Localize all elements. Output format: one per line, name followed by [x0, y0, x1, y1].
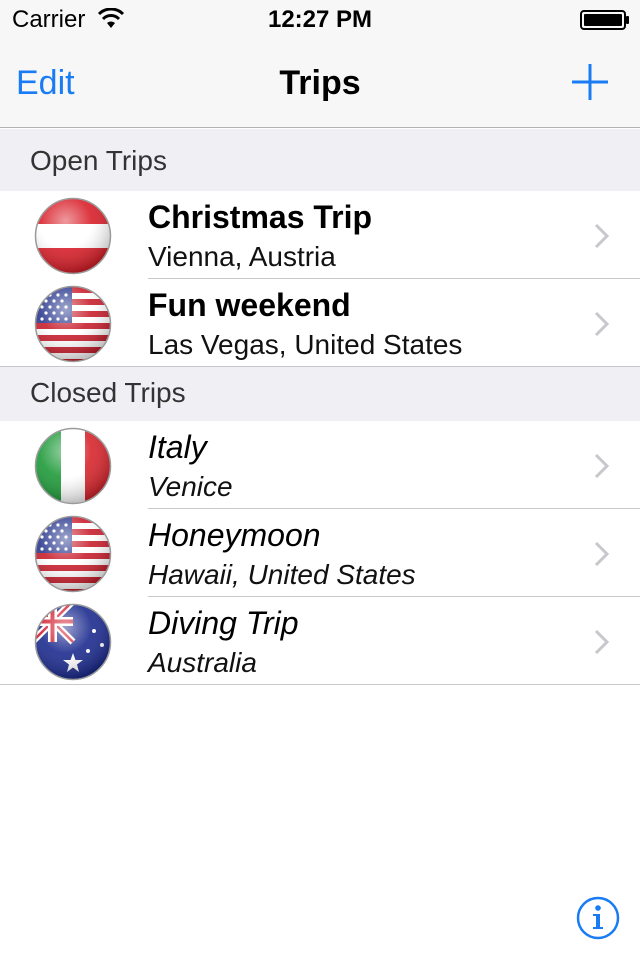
italy-flag-icon — [34, 427, 112, 505]
section-title: Closed Trips — [30, 377, 186, 408]
chevron-right-icon — [594, 311, 610, 337]
trip-row-italy[interactable]: Italy Venice — [0, 421, 640, 509]
status-bar: Carrier 12:27 PM — [0, 0, 640, 40]
chevron-right-icon — [594, 453, 610, 479]
trip-location: Las Vegas, United States — [148, 329, 463, 360]
trip-row-christmas-trip[interactable]: Christmas Trip Vienna, Austria — [0, 191, 640, 279]
status-time: 12:27 PM — [267, 6, 373, 33]
section-title: Open Trips — [30, 145, 167, 176]
navigation-bar: Edit Trips — [0, 40, 640, 128]
trip-title: Italy — [148, 429, 207, 465]
row-separator — [0, 684, 640, 685]
austria-flag-icon — [34, 197, 112, 275]
chevron-right-icon — [594, 223, 610, 249]
trip-location: Hawaii, United States — [148, 559, 416, 590]
trip-title: Christmas Trip — [148, 199, 373, 235]
chevron-right-icon — [594, 541, 610, 567]
plus-icon[interactable] — [570, 62, 610, 102]
section-header-open-trips: Open Trips — [0, 129, 640, 191]
trip-location: Venice — [148, 471, 233, 502]
info-icon[interactable] — [576, 896, 620, 940]
section-header-closed-trips: Closed Trips — [0, 367, 640, 421]
trip-location: Australia — [148, 647, 257, 678]
chevron-right-icon — [594, 629, 610, 655]
australia-flag-icon — [34, 603, 112, 681]
trip-title: Honeymoon — [148, 517, 321, 553]
usa-flag-icon — [32, 283, 114, 365]
battery-icon — [580, 10, 629, 30]
trip-location: Vienna, Austria — [148, 241, 336, 272]
trip-title: Fun weekend — [148, 287, 351, 323]
trip-row-fun-weekend[interactable]: Fun weekend Las Vegas, United States — [0, 279, 640, 367]
trip-row-diving-trip[interactable]: Diving Trip Australia — [0, 597, 640, 685]
trip-row-honeymoon[interactable]: Honeymoon Hawaii, United States — [0, 509, 640, 597]
trip-title: Diving Trip — [148, 605, 299, 641]
usa-flag-icon — [32, 513, 114, 595]
page-title: Trips — [279, 64, 361, 102]
